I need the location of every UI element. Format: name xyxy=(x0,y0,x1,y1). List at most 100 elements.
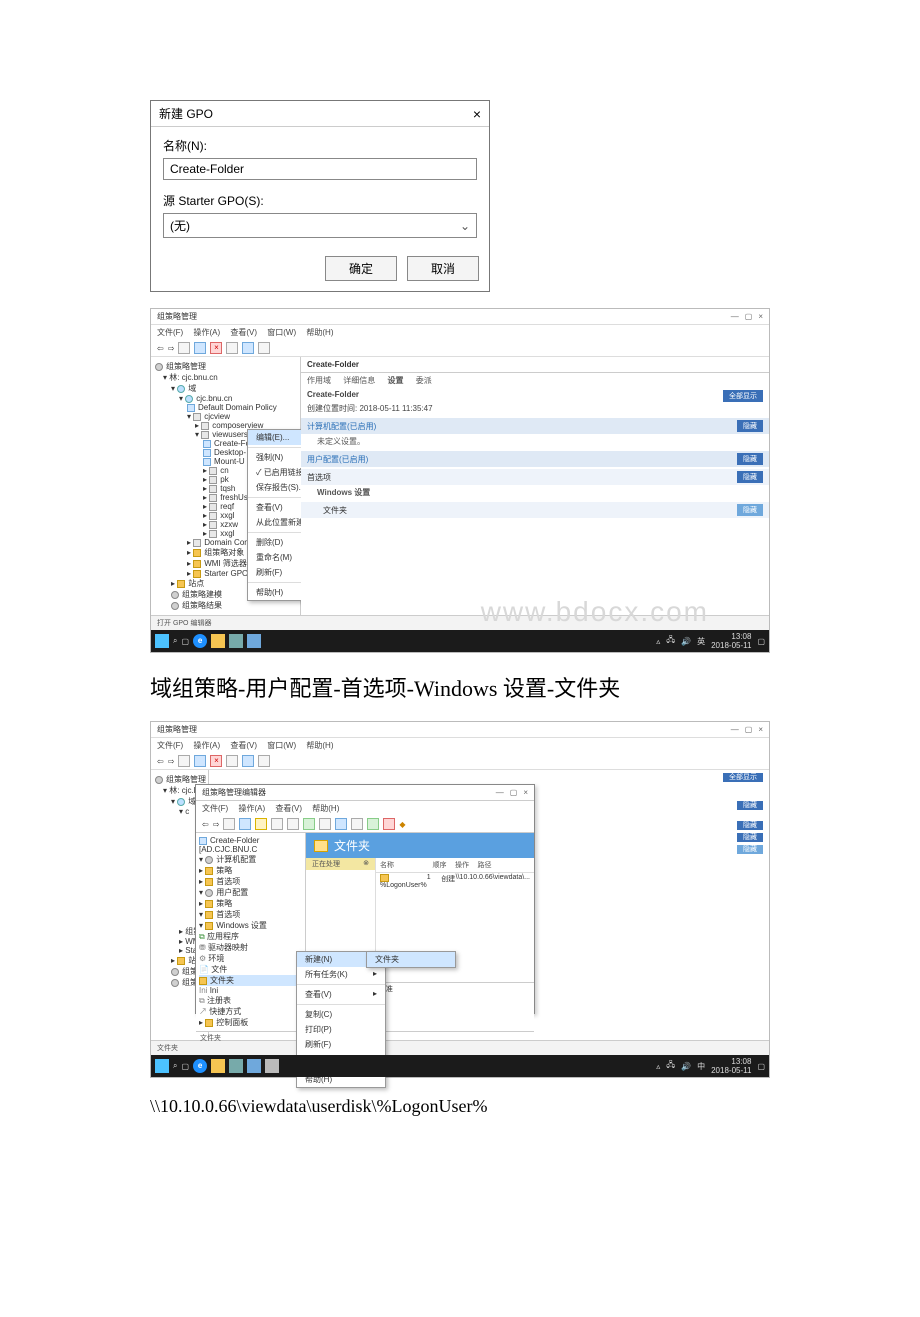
tab-scope[interactable]: 作用域 xyxy=(307,376,331,385)
cancel-button[interactable]: 取消 xyxy=(407,256,479,281)
tab-deleg[interactable]: 委派 xyxy=(416,376,432,385)
close-icon[interactable]: × xyxy=(473,106,481,122)
hide-link[interactable]: 隐藏 xyxy=(737,833,763,842)
policies-node[interactable]: ▸ 策略 xyxy=(199,865,302,876)
col-path[interactable]: 路径 xyxy=(478,860,531,870)
close-icon[interactable]: × xyxy=(758,725,763,734)
menu-action[interactable]: 操作(A) xyxy=(238,804,265,813)
back-icon[interactable]: ⇦ xyxy=(202,820,209,829)
explorer-icon[interactable] xyxy=(211,634,225,648)
toolbar-btn[interactable] xyxy=(271,818,283,830)
editor-taskbar-icon[interactable] xyxy=(265,1059,279,1073)
maximize-icon[interactable]: ▢ xyxy=(745,725,753,734)
ime-icon[interactable]: 中 xyxy=(697,1061,705,1072)
fwd-icon[interactable]: ⇨ xyxy=(168,757,175,766)
windows-settings-node[interactable]: ▾ Windows 设置 xyxy=(199,920,302,931)
toolbar-btn[interactable] xyxy=(223,818,235,830)
ie-icon[interactable]: e xyxy=(193,634,207,648)
prefs-node[interactable]: ▸ 首选项 xyxy=(199,876,302,887)
default-domain-policy[interactable]: Default Domain Policy xyxy=(155,403,296,412)
fwd-icon[interactable]: ⇨ xyxy=(213,820,220,829)
network-icon[interactable]: 🖧 xyxy=(666,634,675,648)
toolbar-btn[interactable] xyxy=(255,818,267,830)
ime-icon[interactable]: 英 xyxy=(697,636,705,647)
pref-item[interactable]: ⧉ 注册表 xyxy=(199,995,302,1006)
ctx-copy[interactable]: 复制(C) xyxy=(297,1007,385,1022)
ctx-refresh[interactable]: 刷新(F) xyxy=(297,1037,385,1052)
menu-file[interactable]: 文件(F) xyxy=(157,328,183,337)
help-icon[interactable] xyxy=(242,342,254,354)
close-icon[interactable]: × xyxy=(758,312,763,321)
search-icon[interactable]: ⌕ xyxy=(173,1061,177,1071)
menu-action[interactable]: 操作(A) xyxy=(193,328,220,337)
tab-details[interactable]: 详细信息 xyxy=(343,376,375,385)
tree-root[interactable]: 组策略管理 xyxy=(155,361,296,372)
col-name[interactable]: 名称 xyxy=(380,860,433,870)
maximize-icon[interactable]: ▢ xyxy=(745,312,753,321)
volume-icon[interactable]: 🔊 xyxy=(681,637,691,646)
menu-window[interactable]: 窗口(W) xyxy=(267,741,296,750)
ou-cjcview[interactable]: ▾ cjcview xyxy=(155,412,296,421)
pref-item[interactable]: ⛃ 驱动器映射 xyxy=(199,942,302,953)
minimize-icon[interactable]: — xyxy=(731,725,739,734)
ctx-view[interactable]: 查看(V)▸ xyxy=(297,987,385,1002)
toolbar-btn[interactable] xyxy=(335,818,347,830)
hide-link[interactable]: 隐藏 xyxy=(737,801,763,810)
pref-item[interactable]: ↗ 快捷方式 xyxy=(199,1006,302,1017)
back-icon[interactable]: ⇦ xyxy=(157,757,164,766)
gpmc-taskbar-icon[interactable] xyxy=(247,1059,261,1073)
gpmc-taskbar-icon[interactable] xyxy=(247,634,261,648)
menu-file[interactable]: 文件(F) xyxy=(202,804,228,813)
toolbar-btn[interactable] xyxy=(226,755,238,767)
pref-item[interactable]: ⧉ 应用程序 xyxy=(199,931,302,942)
tray-icon[interactable]: ▵ xyxy=(656,1062,660,1071)
toolbar-btn[interactable] xyxy=(287,818,299,830)
show-link[interactable]: 隐藏 xyxy=(737,845,763,854)
explorer-icon[interactable] xyxy=(211,1059,225,1073)
menu-help[interactable]: 帮助(H) xyxy=(306,328,333,337)
clock[interactable]: 13:08 2018-05-11 xyxy=(711,1057,751,1075)
hide-link[interactable]: 隐藏 xyxy=(737,420,763,432)
toolbar-btn[interactable] xyxy=(194,755,206,767)
toolbar-btn[interactable] xyxy=(258,342,270,354)
taskview-icon[interactable]: ▢ xyxy=(181,1062,189,1071)
add-icon[interactable] xyxy=(367,818,379,830)
show-all-link[interactable]: 全部显示 xyxy=(723,773,763,782)
notifications-icon[interactable]: ▢ xyxy=(757,637,765,646)
control-panel-node[interactable]: ▸ 控制面板 xyxy=(199,1017,302,1028)
toolbar-btn[interactable] xyxy=(303,818,315,830)
toolbar-btn[interactable] xyxy=(319,818,331,830)
ctx-new-folder[interactable]: 文件夹 xyxy=(367,952,455,967)
toolbar-btn[interactable] xyxy=(178,342,190,354)
delete-icon[interactable]: × xyxy=(210,342,222,354)
hide-link[interactable]: 隐藏 xyxy=(737,453,763,465)
ie-icon[interactable]: e xyxy=(193,1059,207,1073)
menu-help[interactable]: 帮助(H) xyxy=(306,741,333,750)
menu-action[interactable]: 操作(A) xyxy=(193,741,220,750)
network-icon[interactable]: 🖧 xyxy=(666,1059,675,1073)
server-manager-icon[interactable] xyxy=(229,1059,243,1073)
col-action[interactable]: 操作 xyxy=(455,860,478,870)
show-all-link[interactable]: 全部显示 xyxy=(723,390,763,402)
domain-node[interactable]: ▾ cjc.bnu.cn xyxy=(155,394,296,403)
back-icon[interactable]: ⇦ xyxy=(157,344,164,353)
tab-settings[interactable]: 设置 xyxy=(387,376,403,385)
toolbar-btn[interactable] xyxy=(351,818,363,830)
menu-view[interactable]: 查看(V) xyxy=(230,328,257,337)
collapse-icon[interactable]: ⊗ xyxy=(363,859,369,869)
hide-link[interactable]: 隐藏 xyxy=(737,471,763,483)
minimize-icon[interactable]: — xyxy=(731,312,739,321)
start-icon[interactable] xyxy=(155,634,169,648)
pref-item[interactable]: ⚙ 环境 xyxy=(199,953,302,964)
domains-node[interactable]: ▾ 域 xyxy=(155,383,296,394)
stop-icon[interactable] xyxy=(383,818,395,830)
hide-link[interactable]: 隐藏 xyxy=(737,821,763,830)
toolbar-btn[interactable] xyxy=(226,342,238,354)
search-icon[interactable]: ⌕ xyxy=(173,636,177,646)
toolbar-btn[interactable] xyxy=(239,818,251,830)
menu-file[interactable]: 文件(F) xyxy=(157,741,183,750)
menu-view[interactable]: 查看(V) xyxy=(275,804,302,813)
notifications-icon[interactable]: ▢ xyxy=(757,1062,765,1071)
taskview-icon[interactable]: ▢ xyxy=(181,637,189,646)
volume-icon[interactable]: 🔊 xyxy=(681,1062,691,1071)
